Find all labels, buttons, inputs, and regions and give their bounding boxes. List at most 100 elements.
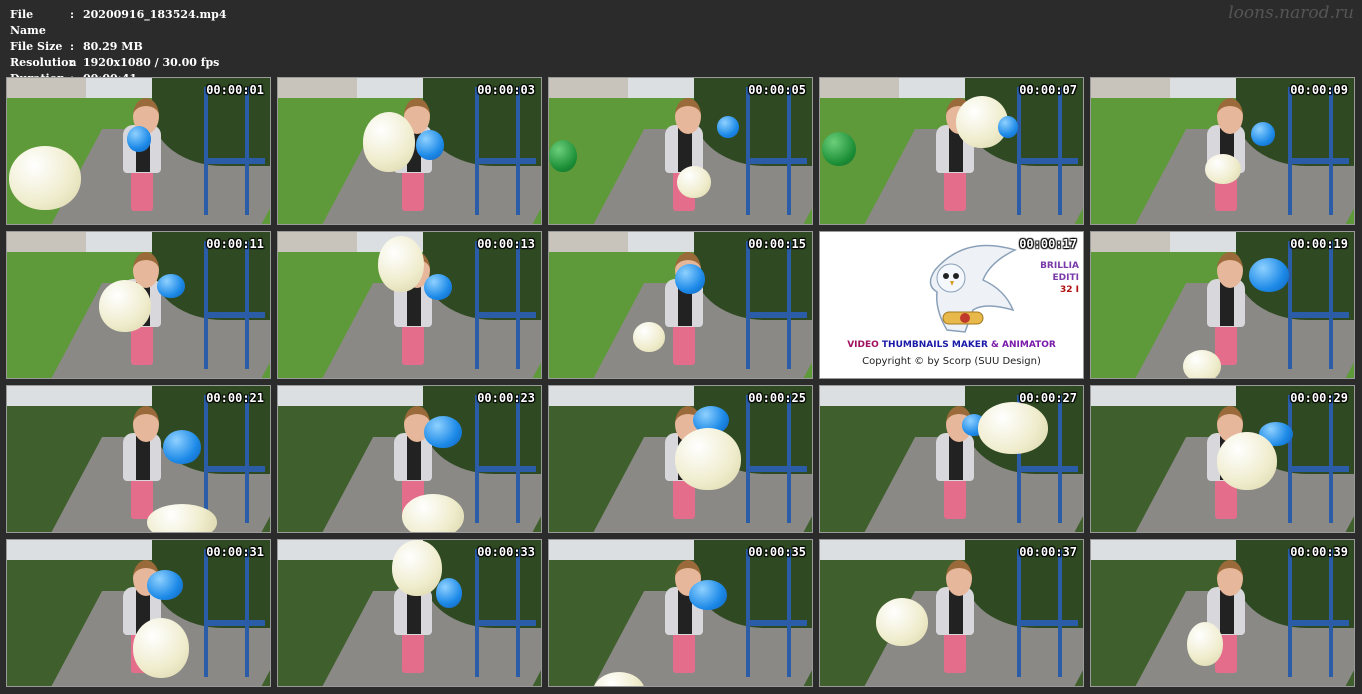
bench — [748, 620, 807, 627]
file-size-label: File Size — [10, 40, 63, 53]
file-size-row: File Size : 80.29 MB — [10, 39, 226, 55]
video-thumbnail[interactable]: 00:00:29 — [1090, 385, 1355, 533]
resolution-row: Resolution : 1920x1080 / 30.00 fps — [10, 55, 226, 71]
video-frame-image — [7, 78, 270, 224]
swing-frame — [475, 394, 520, 524]
child-legs — [401, 325, 424, 366]
white-balloon — [99, 280, 151, 332]
bench — [748, 466, 807, 473]
blue-balloon — [717, 116, 739, 138]
bench — [1019, 158, 1078, 165]
timestamp-label: 00:00:39 — [1290, 545, 1348, 559]
white-balloon — [363, 112, 415, 172]
video-frame-image — [1091, 78, 1354, 224]
bench — [1019, 620, 1078, 627]
owl-logo-icon — [929, 244, 1018, 333]
splash-side-line: BRILLIA — [1040, 261, 1079, 271]
video-thumbnail[interactable]: 00:00:37 — [819, 539, 1084, 687]
blue-balloon — [436, 578, 462, 608]
child-shirt — [135, 435, 150, 480]
video-frame-image — [549, 78, 812, 224]
blue-balloon — [157, 274, 185, 298]
swing-frame — [475, 86, 520, 216]
timestamp-label: 00:00:27 — [1019, 391, 1077, 405]
bench — [206, 620, 265, 627]
white-balloon — [633, 322, 665, 352]
timestamp-label: 00:00:03 — [477, 83, 535, 97]
child-legs — [130, 325, 153, 366]
video-frame-image — [820, 78, 1083, 224]
timestamp-label: 00:00:15 — [748, 237, 806, 251]
bench — [477, 158, 536, 165]
video-frame-image — [1091, 232, 1354, 378]
video-thumbnail[interactable]: 00:00:21 — [6, 385, 271, 533]
bench — [206, 312, 265, 319]
child-shirt — [948, 589, 963, 634]
timestamp-label: 00:00:17 — [1019, 237, 1077, 251]
timestamp-label: 00:00:25 — [748, 391, 806, 405]
green-balloon — [822, 132, 856, 166]
splash-title-part: & ANIMATOR — [991, 340, 1056, 350]
child-legs — [943, 633, 966, 674]
white-balloon — [1187, 622, 1223, 666]
timestamp-label: 00:00:35 — [748, 545, 806, 559]
video-thumbnail[interactable]: 00:00:01 — [6, 77, 271, 225]
swing-frame — [204, 548, 249, 678]
timestamp-label: 00:00:05 — [748, 83, 806, 97]
white-balloon — [675, 428, 741, 490]
white-balloon — [1183, 350, 1221, 378]
child-shirt — [1219, 589, 1234, 634]
swing-frame — [204, 86, 249, 216]
video-thumbnail[interactable]: 00:00:15 — [548, 231, 813, 379]
video-thumbnail[interactable]: 00:00:19 — [1090, 231, 1355, 379]
bench — [1019, 466, 1078, 473]
blue-balloon — [416, 130, 444, 160]
bench — [1290, 466, 1349, 473]
green-balloon — [549, 140, 577, 172]
bench — [206, 158, 265, 165]
video-thumbnail[interactable]: 00:00:05 — [548, 77, 813, 225]
video-thumbnail[interactable]: 00:00:27 — [819, 385, 1084, 533]
blue-balloon — [424, 274, 452, 300]
bench — [206, 466, 265, 473]
swing-frame — [1288, 86, 1333, 216]
child-legs — [130, 171, 153, 212]
video-thumbnail[interactable]: 00:00:13 — [277, 231, 542, 379]
separator: : — [70, 8, 75, 21]
video-thumbnail[interactable]: 00:00:35 — [548, 539, 813, 687]
file-name-label: File Name — [10, 8, 46, 37]
bench — [477, 620, 536, 627]
bench — [748, 158, 807, 165]
timestamp-label: 00:00:19 — [1290, 237, 1348, 251]
video-thumbnail[interactable]: 00:00:39 — [1090, 539, 1355, 687]
blue-balloon — [424, 416, 462, 448]
file-name-value: 20200916_183524.mp4 — [83, 8, 227, 21]
video-thumbnail[interactable]: 00:00:31 — [6, 539, 271, 687]
splash-title: VIDEO THUMBNAILS MAKER & ANIMATOR — [820, 340, 1083, 350]
video-thumbnail[interactable]: BRILLIA EDITI 32 I VIDEO THUMBNAILS MAKE… — [819, 231, 1084, 379]
video-thumbnail[interactable]: 00:00:03 — [277, 77, 542, 225]
swing-frame — [204, 394, 249, 524]
video-thumbnail[interactable]: 00:00:07 — [819, 77, 1084, 225]
child-legs — [401, 171, 424, 212]
white-balloon — [978, 402, 1048, 454]
white-balloon — [402, 494, 464, 532]
splash-title-part: THUMBNAILS MAKER — [881, 340, 988, 350]
video-frame-image — [278, 78, 541, 224]
file-info-panel: File Name : 20200916_183524.mp4 File Siz… — [10, 7, 226, 87]
bench — [477, 466, 536, 473]
swing-frame — [1288, 240, 1333, 370]
timestamp-label: 00:00:07 — [1019, 83, 1077, 97]
video-thumbnail[interactable]: 00:00:09 — [1090, 77, 1355, 225]
timestamp-label: 00:00:37 — [1019, 545, 1077, 559]
video-frame-image — [549, 540, 812, 686]
video-thumbnail[interactable]: 00:00:23 — [277, 385, 542, 533]
timestamp-label: 00:00:31 — [206, 545, 264, 559]
video-thumbnail[interactable]: 00:00:11 — [6, 231, 271, 379]
video-thumbnail[interactable]: 00:00:25 — [548, 385, 813, 533]
bench — [477, 312, 536, 319]
video-thumbnail[interactable]: 00:00:33 — [277, 539, 542, 687]
splash-side-line: EDITI — [1052, 273, 1079, 283]
blue-balloon — [675, 264, 705, 294]
timestamp-label: 00:00:13 — [477, 237, 535, 251]
